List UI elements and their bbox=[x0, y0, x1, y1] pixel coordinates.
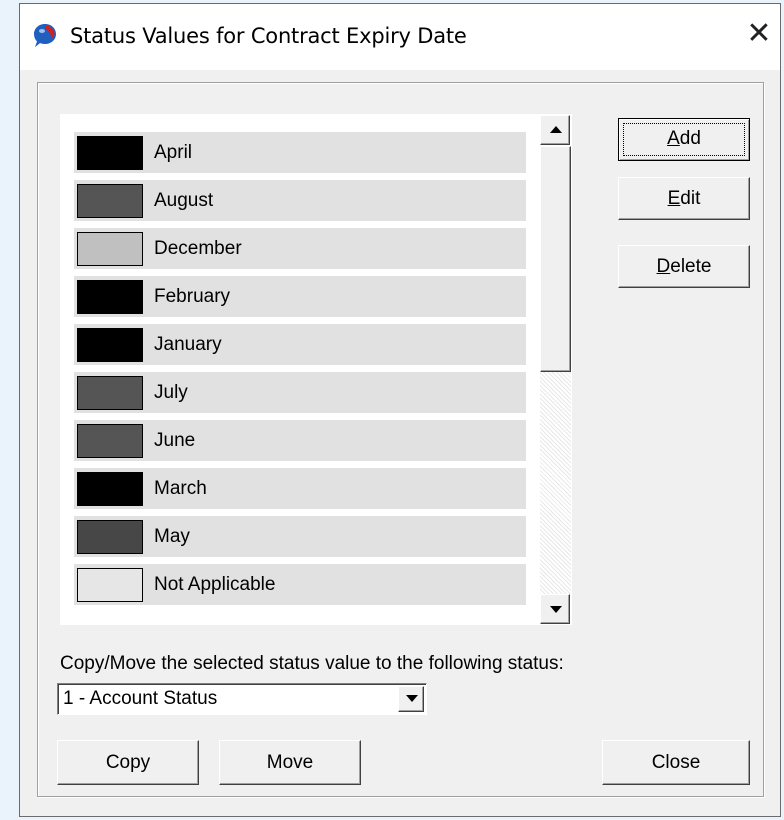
list-item-label: July bbox=[154, 382, 188, 403]
title-bar: Status Values for Contract Expiry Date ✕ bbox=[20, 4, 780, 70]
focus-rect bbox=[623, 123, 745, 156]
edit-button[interactable]: Edit bbox=[618, 177, 750, 220]
list-item-label: Not Applicable bbox=[154, 574, 276, 595]
list-item[interactable]: May bbox=[74, 516, 526, 557]
color-swatch bbox=[77, 424, 143, 458]
list-item[interactable]: January bbox=[74, 324, 526, 365]
scroll-track[interactable] bbox=[540, 372, 571, 594]
color-swatch bbox=[77, 376, 143, 410]
delete-button[interactable]: Delete bbox=[618, 245, 750, 288]
list-item[interactable]: February bbox=[74, 276, 526, 317]
dialog-window: Status Values for Contract Expiry Date ✕… bbox=[19, 3, 781, 817]
color-swatch bbox=[77, 280, 143, 314]
list-item[interactable]: December bbox=[74, 228, 526, 269]
list-item-label: March bbox=[154, 478, 207, 499]
list-item[interactable]: June bbox=[74, 420, 526, 461]
list-item[interactable]: April bbox=[74, 132, 526, 173]
delete-button-label: Delete bbox=[656, 256, 712, 277]
list-item-label: August bbox=[154, 190, 214, 211]
status-select[interactable]: 1 - Account Status bbox=[57, 683, 427, 715]
edit-button-label: Edit bbox=[667, 188, 701, 209]
list-item-label: June bbox=[154, 430, 196, 451]
speech-bubble-icon bbox=[34, 24, 56, 47]
list-item[interactable]: Not Applicable bbox=[74, 564, 526, 605]
scroll-down-button[interactable] bbox=[540, 594, 570, 624]
arrow-down-icon bbox=[550, 606, 562, 613]
list-item[interactable]: March bbox=[74, 468, 526, 509]
move-button[interactable]: Move bbox=[219, 740, 361, 785]
chevron-down-icon bbox=[406, 695, 418, 702]
list-item[interactable]: August bbox=[74, 180, 526, 221]
add-button[interactable]: Add bbox=[618, 118, 750, 161]
window-title: Status Values for Contract Expiry Date bbox=[70, 24, 467, 48]
copy-move-label: Copy/Move the selected status value to t… bbox=[60, 653, 564, 674]
color-swatch bbox=[77, 184, 143, 218]
color-swatch bbox=[77, 520, 143, 554]
status-select-value: 1 - Account Status bbox=[63, 688, 218, 709]
list-item-label: February bbox=[154, 286, 231, 307]
list-item-label: January bbox=[154, 334, 222, 355]
color-swatch bbox=[77, 136, 143, 170]
color-swatch bbox=[77, 328, 143, 362]
vertical-scrollbar[interactable] bbox=[539, 114, 572, 625]
color-swatch bbox=[77, 568, 143, 602]
scroll-thumb[interactable] bbox=[540, 146, 571, 372]
close-icon[interactable]: ✕ bbox=[742, 17, 776, 51]
arrow-up-icon bbox=[550, 126, 562, 133]
list-item[interactable]: July bbox=[74, 372, 526, 413]
list-item-label: April bbox=[154, 142, 193, 163]
color-swatch bbox=[77, 232, 143, 266]
status-list[interactable]: April August December February January J… bbox=[60, 114, 572, 625]
list-item-label: May bbox=[154, 526, 190, 547]
color-swatch bbox=[77, 472, 143, 506]
dropdown-button[interactable] bbox=[398, 686, 424, 712]
copy-button[interactable]: Copy bbox=[57, 740, 199, 785]
list-item-label: December bbox=[154, 238, 242, 259]
close-button[interactable]: Close bbox=[602, 740, 750, 785]
scroll-up-button[interactable] bbox=[540, 115, 570, 145]
